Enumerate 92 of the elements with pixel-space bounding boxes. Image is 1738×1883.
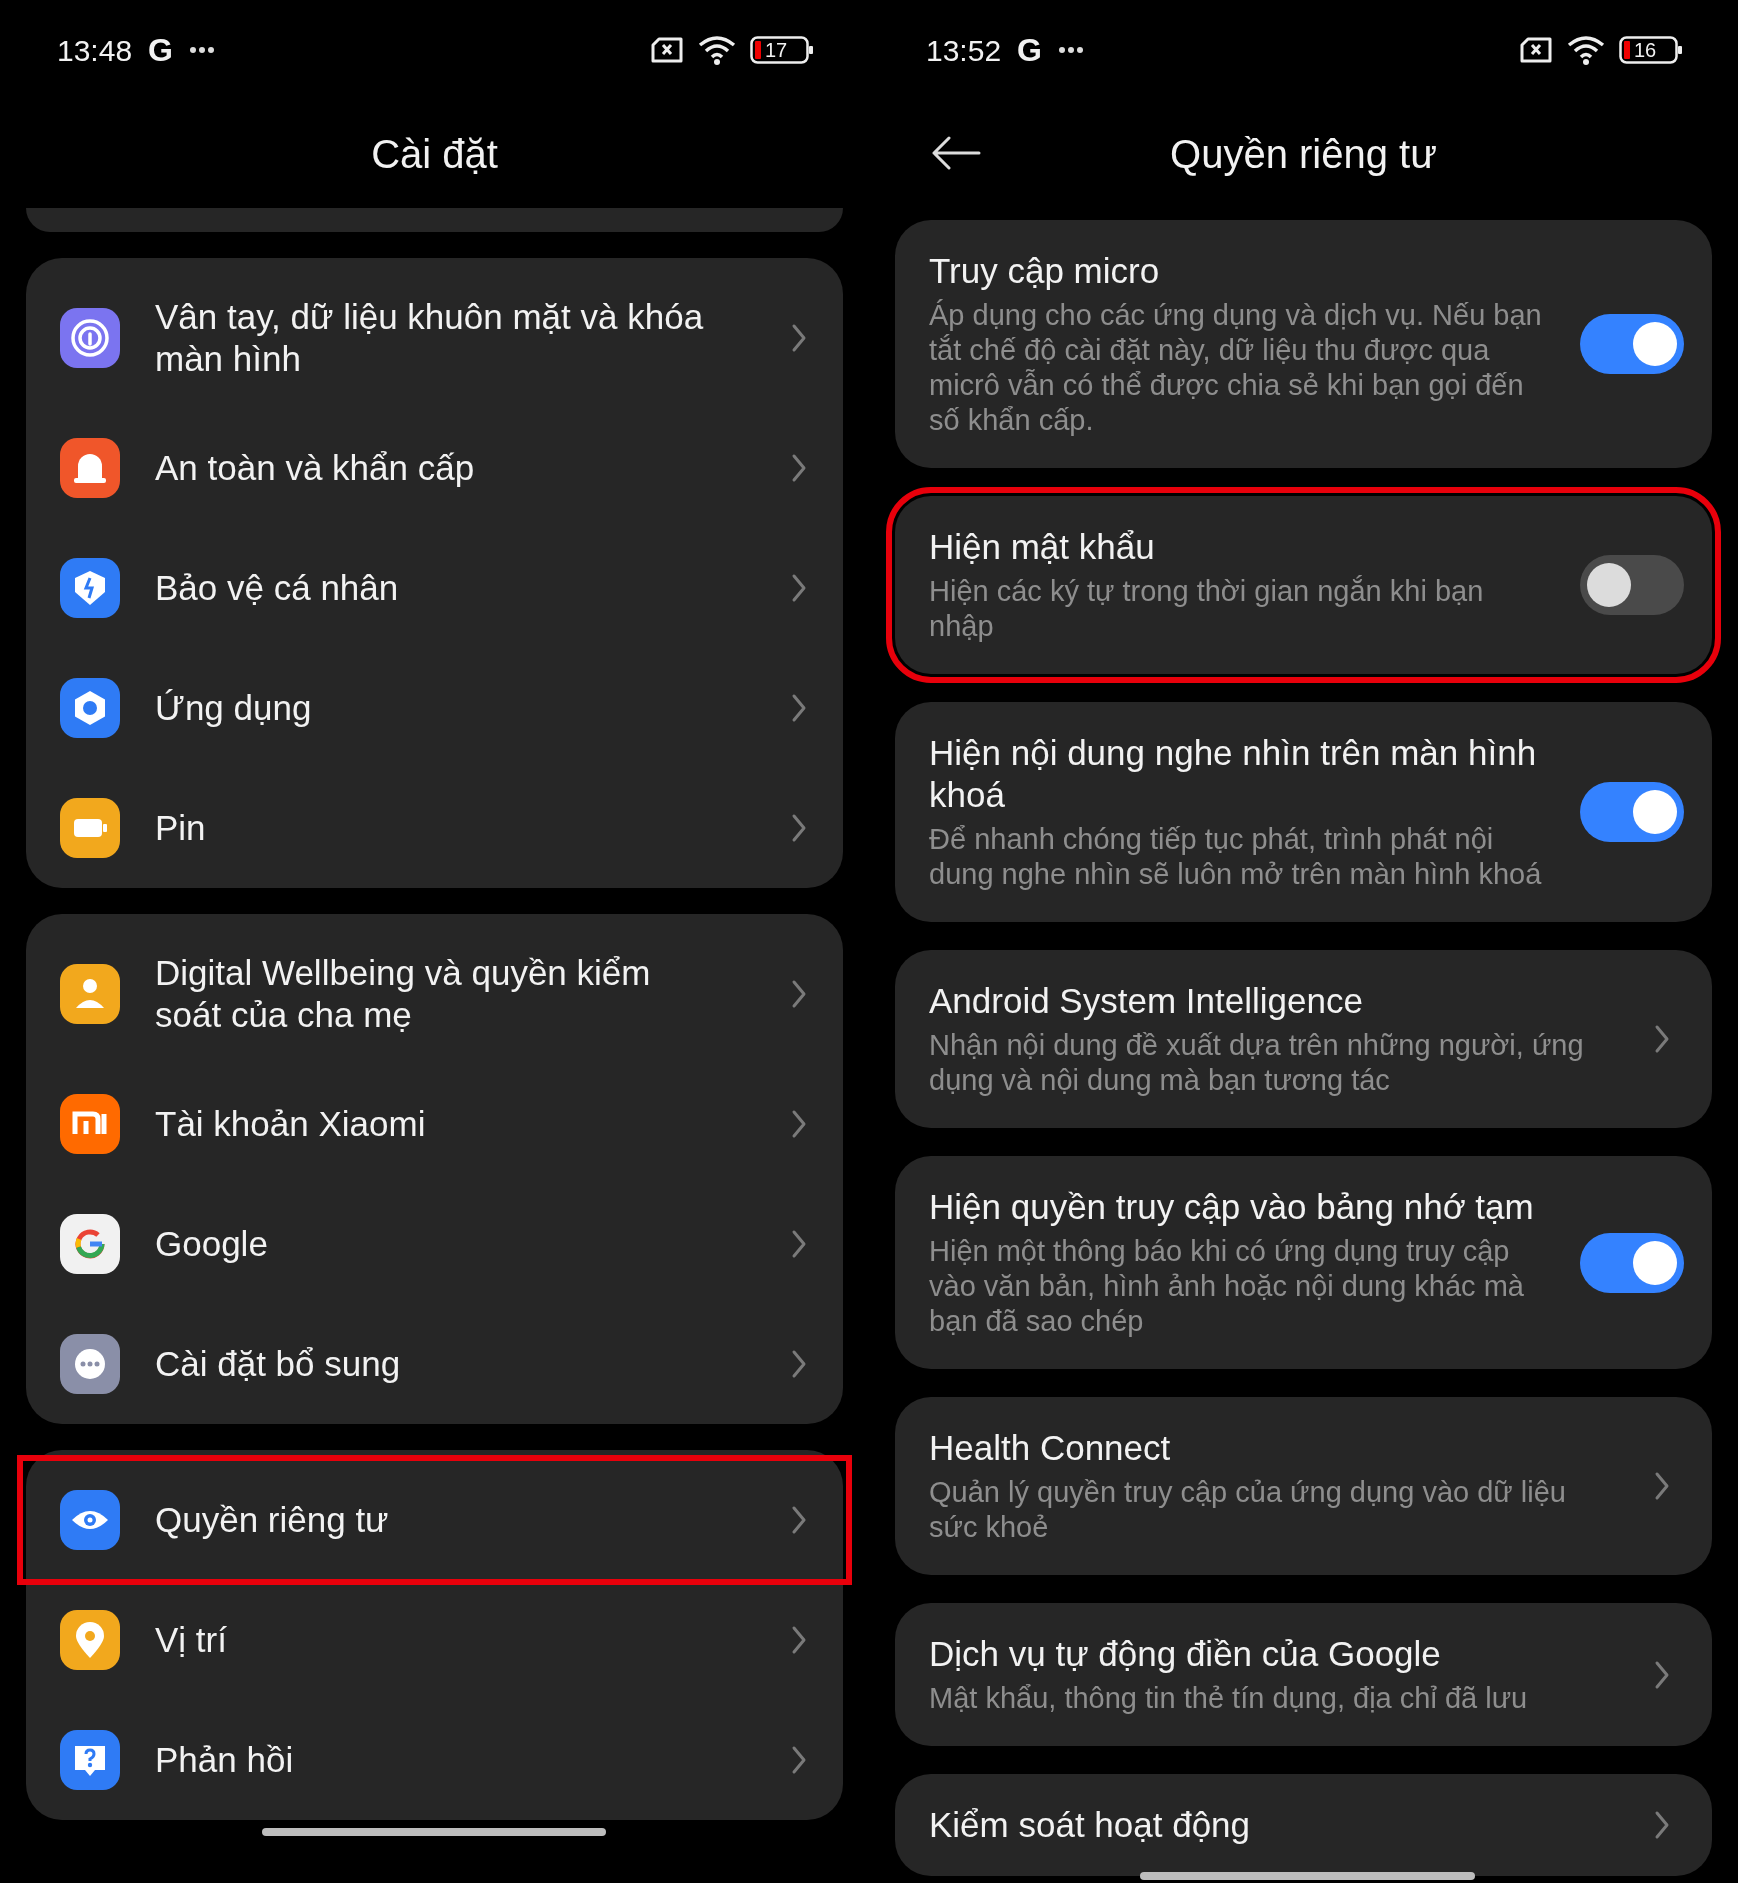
- setting-description: Quản lý quyền truy cập của ứng dụng vào dữ liệu sức khoẻ: [929, 1475, 1567, 1545]
- chevron-right-icon: [791, 1625, 807, 1655]
- setting-card[interactable]: Truy cập micro Áp dụng cho các ứng dụng và dịch vụ. Nếu bạn tắt chế độ cài đặt này, dữ liệu thu được qua micrô vẫn có thể được chia sẻ khi bạn gọi đến số khẩn cấp.: [895, 220, 1712, 468]
- alarm-light-icon: [60, 438, 120, 498]
- chevron-right-icon: [791, 573, 807, 603]
- settings-item-label: Tài khoản Xiaomi: [155, 1103, 427, 1145]
- settings-item[interactable]: Digital Wellbeing và quyền kiểm soát của cha mẹ: [26, 924, 843, 1064]
- toggle-switch[interactable]: [1580, 782, 1684, 842]
- screen-title: Cài đặt: [371, 131, 498, 178]
- chevron-right-icon: [1654, 1659, 1670, 1690]
- google-logo-icon: [60, 1214, 120, 1274]
- fingerprint-icon: [60, 308, 120, 368]
- setting-description: Hiện một thông báo khi có ứng dụng truy cập vào văn bản, hình ảnh hoặc nội dung khác mà bạn đã sao chép: [929, 1234, 1525, 1339]
- settings-item[interactable]: Quyền riêng tư: [22, 1460, 847, 1580]
- settings-item-label: Google: [155, 1223, 269, 1265]
- setting-card[interactable]: Hiện quyền truy cập vào bảng nhớ tạm Hiện một thông báo khi có ứng dụng truy cập vào văn bản, hình ảnh hoặc nội dung khác mà bạn đã sao chép: [895, 1156, 1712, 1369]
- screen-title: Quyền riêng tư: [1170, 131, 1437, 178]
- settings-item-label: Pin: [155, 807, 207, 849]
- settings-item-label: Cài đặt bổ sung: [155, 1343, 402, 1385]
- setting-description: Mật khẩu, thông tin thẻ tín dụng, địa chỉ đã lưu: [929, 1681, 1529, 1716]
- setting-description: Để nhanh chóng tiếp tục phát, trình phát nội dung nghe nhìn sẽ luôn mở trên màn hình khoá: [929, 822, 1543, 892]
- no-sim-icon: [650, 37, 684, 63]
- chevron-right-icon: [1654, 1024, 1670, 1054]
- chevron-right-icon: [791, 1505, 807, 1535]
- setting-title: Dịch vụ tự động điền của Google: [929, 1633, 1442, 1675]
- settings-item[interactable]: Vị trí: [26, 1580, 843, 1700]
- settings-item-label: Phản hồi: [155, 1739, 295, 1781]
- battery-level-text: 16: [1634, 40, 1657, 60]
- shield-icon: [60, 558, 120, 618]
- toggle-switch[interactable]: [1580, 555, 1684, 615]
- setting-card[interactable]: Dịch vụ tự động điền của Google Mật khẩu, thông tin thẻ tín dụng, địa chỉ đã lưu: [895, 1603, 1712, 1746]
- settings-item[interactable]: Google: [26, 1184, 843, 1304]
- chevron-right-icon: [791, 1349, 807, 1379]
- chevron-right-icon: [791, 1109, 807, 1139]
- battery-icon: [750, 36, 814, 64]
- settings-item[interactable]: An toàn và khẩn cấp: [26, 408, 843, 528]
- notification-icon: G: [148, 26, 173, 74]
- settings-item[interactable]: Pin: [26, 768, 843, 888]
- status-time: 13:48: [57, 32, 133, 69]
- wifi-icon: [1567, 35, 1605, 65]
- setting-card[interactable]: Hiện nội dung nghe nhìn trên màn hình khoá Để nhanh chóng tiếp tục phát, trình phát nội dung nghe nhìn sẽ luôn mở trên màn hình khoá: [895, 702, 1712, 922]
- setting-title: Hiện mật khẩu: [929, 526, 1156, 568]
- location-pin-icon: [60, 1610, 120, 1670]
- settings-item-label: Ứng dụng: [155, 687, 313, 729]
- more-icon: [60, 1334, 120, 1394]
- settings-item-label: Vị trí: [155, 1619, 228, 1661]
- settings-item[interactable]: Cài đặt bổ sung: [26, 1304, 843, 1424]
- wifi-icon: [698, 35, 736, 65]
- feedback-icon: [60, 1730, 120, 1790]
- battery-app-icon: [60, 798, 120, 858]
- setting-title: Kiểm soát hoạt động: [929, 1804, 1252, 1846]
- more-dots-icon: [1057, 46, 1084, 54]
- notification-icon: G: [1017, 26, 1042, 74]
- settings-item-label: Vân tay, dữ liệu khuôn mặt và khóa màn hình: [155, 296, 705, 380]
- setting-title: Hiện quyền truy cập vào bảng nhớ tạm: [929, 1186, 1535, 1228]
- setting-title: Truy cập micro: [929, 250, 1161, 292]
- battery-level-text: 17: [765, 40, 788, 60]
- setting-description: Nhận nội dung đề xuất dựa trên những người, ứng dụng và nội dung mà bạn tương tác: [929, 1028, 1585, 1098]
- settings-item-label: An toàn và khẩn cấp: [155, 447, 476, 489]
- chevron-right-icon: [1654, 1471, 1670, 1501]
- setting-card[interactable]: Android System Intelligence Nhận nội dung đề xuất dựa trên những người, ứng dụng và nội dung mà bạn tương tác: [895, 950, 1712, 1128]
- toggle-switch[interactable]: [1580, 314, 1684, 374]
- settings-item-label: Digital Wellbeing và quyền kiểm soát của cha mẹ: [155, 952, 652, 1036]
- settings-item-label: Quyền riêng tư: [155, 1499, 390, 1541]
- chevron-right-icon: [791, 323, 807, 353]
- chevron-right-icon: [791, 693, 807, 723]
- setting-card[interactable]: Kiểm soát hoạt động: [895, 1774, 1712, 1876]
- chevron-right-icon: [791, 453, 807, 483]
- chevron-right-icon: [791, 979, 807, 1009]
- setting-title: Hiện nội dung nghe nhìn trên màn hình khoá: [929, 732, 1538, 816]
- settings-item[interactable]: Ứng dụng: [26, 648, 843, 768]
- setting-card[interactable]: Health Connect Quản lý quyền truy cập của ứng dụng vào dữ liệu sức khoẻ: [895, 1397, 1712, 1575]
- settings-item[interactable]: Phản hồi: [26, 1700, 843, 1820]
- no-sim-icon: [1519, 37, 1553, 63]
- setting-description: Hiện các ký tự trong thời gian ngắn khi bạn nhập: [929, 574, 1485, 644]
- settings-item-label: Bảo vệ cá nhân: [155, 567, 400, 609]
- chevron-right-icon: [1654, 1810, 1670, 1840]
- setting-title: Health Connect: [929, 1427, 1172, 1469]
- settings-item[interactable]: Bảo vệ cá nhân: [26, 528, 843, 648]
- eye-icon: [60, 1490, 120, 1550]
- settings-item[interactable]: Vân tay, dữ liệu khuôn mặt và khóa màn hình: [26, 268, 843, 408]
- setting-description: Áp dụng cho các ứng dụng và dịch vụ. Nếu bạn tắt chế độ cài đặt này, dữ liệu thu được qua micrô vẫn có thể được chia sẻ khi bạn gọi đến số khẩn cấp.: [929, 298, 1543, 438]
- chevron-right-icon: [791, 1229, 807, 1259]
- setting-title: Android System Intelligence: [929, 980, 1364, 1022]
- mi-logo-icon: [60, 1094, 120, 1154]
- chevron-right-icon: [791, 1745, 807, 1775]
- more-dots-icon: [188, 46, 215, 54]
- chevron-right-icon: [791, 813, 807, 843]
- settings-item[interactable]: Tài khoản Xiaomi: [26, 1064, 843, 1184]
- status-time: 13:52: [926, 32, 1002, 69]
- battery-icon: [1619, 36, 1683, 64]
- back-arrow-icon[interactable]: [931, 136, 981, 170]
